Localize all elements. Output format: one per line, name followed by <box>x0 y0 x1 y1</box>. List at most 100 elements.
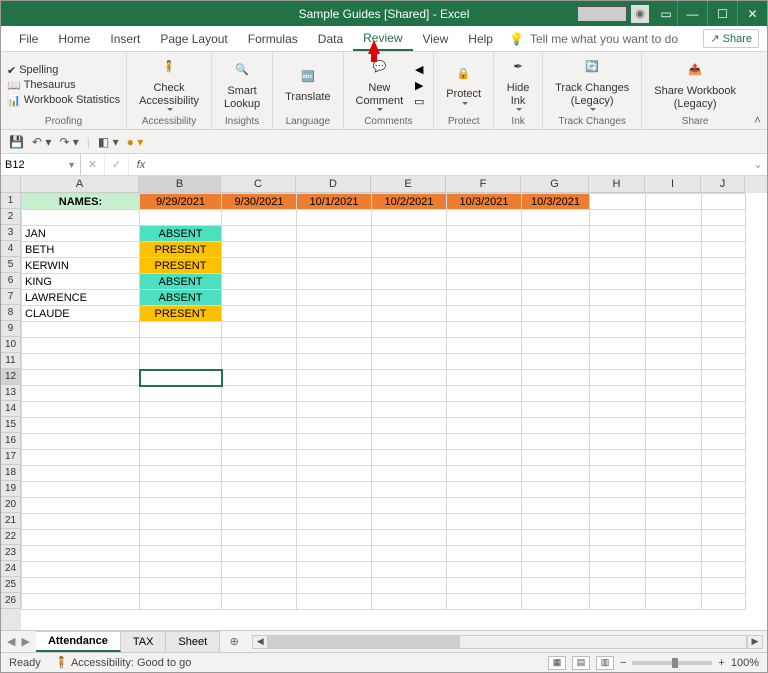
cell[interactable] <box>522 562 590 578</box>
close-button[interactable]: ✕ <box>737 1 767 26</box>
tab-data[interactable]: Data <box>308 26 353 51</box>
user-avatar-icon[interactable]: ◉ <box>631 5 649 23</box>
row-header[interactable]: 10 <box>1 337 21 353</box>
cell[interactable] <box>447 274 522 290</box>
row-header[interactable]: 23 <box>1 545 21 561</box>
cell[interactable] <box>646 434 702 450</box>
cell[interactable] <box>646 306 702 322</box>
cell[interactable] <box>372 354 447 370</box>
cell[interactable] <box>702 530 746 546</box>
cell[interactable]: PRESENT <box>140 306 222 322</box>
cell[interactable] <box>140 402 222 418</box>
normal-view-icon[interactable]: ▦ <box>548 656 566 670</box>
row-header[interactable]: 2 <box>1 209 21 225</box>
track-changes-button[interactable]: 🔄Track Changes (Legacy) <box>549 54 635 116</box>
cell[interactable] <box>702 450 746 466</box>
check-accessibility-button[interactable]: 🧍Check Accessibility <box>133 54 205 116</box>
row-header[interactable]: 19 <box>1 481 21 497</box>
cell[interactable] <box>646 338 702 354</box>
cell[interactable] <box>590 578 646 594</box>
tellme-input[interactable]: Tell me what you want to do <box>530 32 678 46</box>
row-header[interactable]: 6 <box>1 273 21 289</box>
cell[interactable] <box>522 274 590 290</box>
column-header[interactable]: H <box>589 176 645 193</box>
cell[interactable] <box>372 402 447 418</box>
cell[interactable] <box>222 466 297 482</box>
cell[interactable] <box>140 466 222 482</box>
cell[interactable] <box>372 322 447 338</box>
cell[interactable] <box>702 290 746 306</box>
cell[interactable] <box>22 578 140 594</box>
sheet-tab-attendance[interactable]: Attendance <box>36 631 121 652</box>
cell[interactable] <box>447 226 522 242</box>
row-header[interactable]: 8 <box>1 305 21 321</box>
cell[interactable] <box>646 562 702 578</box>
column-header[interactable]: B <box>139 176 221 193</box>
cell[interactable] <box>372 386 447 402</box>
cell[interactable] <box>297 482 372 498</box>
cell[interactable] <box>140 578 222 594</box>
cell[interactable] <box>22 354 140 370</box>
column-header[interactable]: J <box>701 176 745 193</box>
share-workbook-button[interactable]: 📤Share Workbook (Legacy) <box>648 57 742 113</box>
cell[interactable] <box>522 514 590 530</box>
sheet-tab-sheet[interactable]: Sheet <box>166 631 220 652</box>
cell[interactable] <box>372 498 447 514</box>
cell[interactable] <box>372 226 447 242</box>
cell[interactable] <box>372 578 447 594</box>
cell[interactable] <box>522 242 590 258</box>
sheet-nav-next-icon[interactable]: ▶ <box>21 635 29 648</box>
cell[interactable] <box>646 242 702 258</box>
cell[interactable] <box>22 386 140 402</box>
column-header[interactable]: F <box>446 176 521 193</box>
cell[interactable] <box>140 210 222 226</box>
cell[interactable] <box>522 210 590 226</box>
cell[interactable] <box>222 594 297 610</box>
hide-ink-button[interactable]: ✒Hide Ink <box>500 54 536 116</box>
collapse-ribbon-icon[interactable]: ˄ <box>754 113 761 127</box>
cell[interactable] <box>646 482 702 498</box>
cell[interactable] <box>646 226 702 242</box>
cell[interactable] <box>222 338 297 354</box>
share-button[interactable]: ↗Share <box>703 29 759 48</box>
cell[interactable] <box>140 354 222 370</box>
new-comment-button[interactable]: 💬New Comment <box>350 54 410 116</box>
cell[interactable]: 9/30/2021 <box>222 194 297 210</box>
cell[interactable] <box>646 418 702 434</box>
cell[interactable] <box>297 290 372 306</box>
cell[interactable] <box>222 578 297 594</box>
cell[interactable]: CLAUDE <box>22 306 140 322</box>
cell[interactable]: NAMES: <box>22 194 140 210</box>
cell[interactable] <box>297 370 372 386</box>
column-header[interactable]: D <box>296 176 371 193</box>
cell[interactable] <box>590 370 646 386</box>
cell[interactable] <box>372 482 447 498</box>
cell[interactable] <box>590 546 646 562</box>
cell[interactable] <box>702 466 746 482</box>
cell[interactable] <box>140 322 222 338</box>
cell[interactable] <box>522 290 590 306</box>
zoom-slider[interactable] <box>632 661 712 665</box>
zoom-out-button[interactable]: − <box>620 657 626 669</box>
cell[interactable] <box>702 258 746 274</box>
sheet-nav-prev-icon[interactable]: ◀ <box>7 635 15 648</box>
row-header[interactable]: 15 <box>1 417 21 433</box>
cell[interactable] <box>590 530 646 546</box>
cell[interactable] <box>222 242 297 258</box>
cell[interactable] <box>447 402 522 418</box>
cell[interactable] <box>646 370 702 386</box>
cell[interactable] <box>222 322 297 338</box>
cell[interactable] <box>522 530 590 546</box>
row-header[interactable]: 21 <box>1 513 21 529</box>
accessibility-status[interactable]: 🧍 Accessibility: Good to go <box>55 656 192 669</box>
cell[interactable] <box>297 530 372 546</box>
cell[interactable]: 9/29/2021 <box>140 194 222 210</box>
cell[interactable] <box>702 498 746 514</box>
qat-touch-mode-icon[interactable]: ◧ ▾ <box>98 135 119 149</box>
cell[interactable] <box>522 306 590 322</box>
cell[interactable] <box>447 546 522 562</box>
cell[interactable] <box>702 338 746 354</box>
cell[interactable] <box>297 562 372 578</box>
spelling-button[interactable]: ✔Spelling <box>7 64 120 77</box>
cell[interactable] <box>522 578 590 594</box>
